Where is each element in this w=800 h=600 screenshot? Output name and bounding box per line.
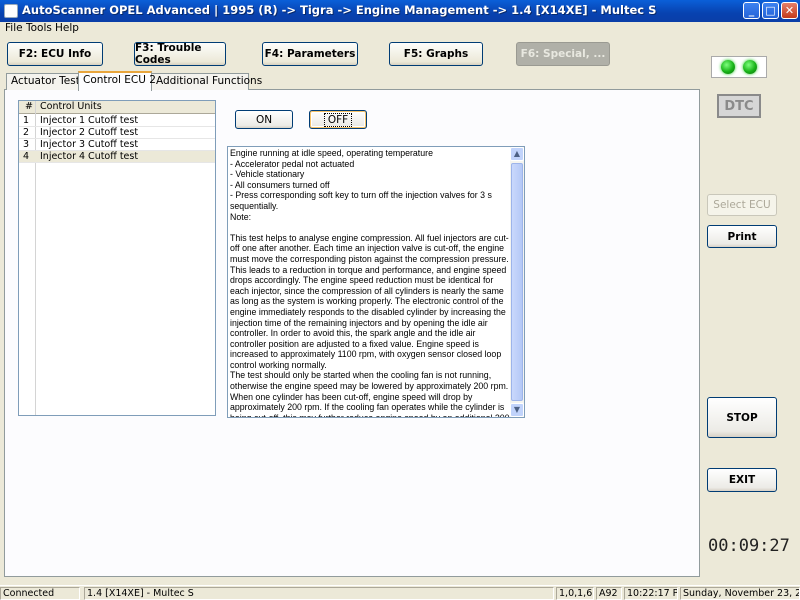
- off-button[interactable]: OFF: [309, 110, 367, 129]
- menu-tools[interactable]: Tools: [26, 22, 52, 34]
- off-button-label: OFF: [323, 112, 353, 127]
- dtc-indicator: DTC: [717, 94, 761, 118]
- menu-help[interactable]: Help: [55, 22, 79, 34]
- table-row[interactable]: 2 Injector 2 Cutoff test: [19, 127, 215, 139]
- row-number: 4: [23, 151, 30, 162]
- menu-file[interactable]: File: [5, 22, 23, 34]
- print-button[interactable]: Print: [707, 225, 777, 248]
- special-button: F6: Special, ...: [516, 42, 610, 66]
- window-title: AutoScanner OPEL Advanced | 1995 (R) -> …: [22, 3, 657, 17]
- select-ecu-button: Select ECU: [707, 194, 777, 216]
- tab-additional-functions[interactable]: Additional Functions: [151, 73, 262, 90]
- on-button[interactable]: ON: [235, 110, 293, 129]
- row-name: Injector 3 Cutoff test: [40, 139, 139, 150]
- vertical-scrollbar[interactable]: ▲ ▼: [510, 147, 524, 417]
- control-units-grid[interactable]: # Control Units 1 Injector 1 Cutoff test…: [18, 100, 216, 416]
- on-button-label: ON: [255, 113, 273, 126]
- row-name: Injector 1 Cutoff test: [40, 115, 139, 126]
- maximize-button[interactable]: □: [762, 2, 779, 19]
- tab-control-ecu-2[interactable]: Control ECU 2: [78, 71, 156, 91]
- exit-button[interactable]: EXIT: [707, 468, 777, 492]
- close-button[interactable]: ✕: [781, 2, 798, 19]
- ecu-info-button[interactable]: F2: ECU Info: [7, 42, 103, 66]
- row-number: 2: [23, 127, 30, 138]
- status-bar: Connected 1.4 [X14XE] - Multec S 1,0,1,6…: [0, 585, 800, 600]
- description-text: Engine running at idle speed, operating …: [230, 148, 510, 418]
- status-time: 10:22:17 PM: [624, 587, 678, 600]
- parameters-button[interactable]: F4: Parameters: [262, 42, 358, 66]
- title-bar[interactable]: AutoScanner OPEL Advanced | 1995 (R) -> …: [0, 0, 800, 22]
- trouble-codes-button[interactable]: F3: Trouble Codes: [134, 42, 226, 66]
- elapsed-timer: 00:09:27: [708, 536, 790, 556]
- column-header-control-units[interactable]: Control Units: [40, 101, 102, 113]
- description-textbox[interactable]: Engine running at idle speed, operating …: [227, 146, 525, 418]
- scroll-up-icon[interactable]: ▲: [510, 147, 524, 161]
- grid-header: # Control Units: [19, 101, 215, 114]
- status-connection: Connected: [0, 587, 80, 600]
- tab-actuator-test[interactable]: Actuator Test: [6, 73, 80, 90]
- stop-button[interactable]: STOP: [707, 397, 777, 438]
- status-engine: 1.4 [X14XE] - Multec S: [84, 587, 554, 600]
- status-date: Sunday, November 23, 2008: [680, 587, 800, 600]
- minimize-button[interactable]: _: [743, 2, 760, 19]
- row-name: Injector 4 Cutoff test: [40, 151, 139, 162]
- app-icon: [4, 4, 18, 18]
- status-id: A92: [596, 587, 622, 600]
- column-header-number[interactable]: #: [25, 101, 33, 113]
- scroll-down-icon[interactable]: ▼: [510, 403, 524, 417]
- table-row[interactable]: 1 Injector 1 Cutoff test: [19, 115, 215, 127]
- table-row[interactable]: 3 Injector 3 Cutoff test: [19, 139, 215, 151]
- row-number: 3: [23, 139, 30, 150]
- status-led-icon: [721, 60, 735, 74]
- table-row[interactable]: 4 Injector 4 Cutoff test: [19, 151, 215, 163]
- scroll-thumb[interactable]: [511, 163, 523, 401]
- status-leds: [711, 56, 767, 78]
- status-code: 1,0,1,65: [556, 587, 594, 600]
- row-number: 1: [23, 115, 30, 126]
- status-led-icon: [743, 60, 757, 74]
- menu-bar: File Tools Help: [0, 22, 800, 36]
- graphs-button[interactable]: F5: Graphs: [389, 42, 483, 66]
- row-name: Injector 2 Cutoff test: [40, 127, 139, 138]
